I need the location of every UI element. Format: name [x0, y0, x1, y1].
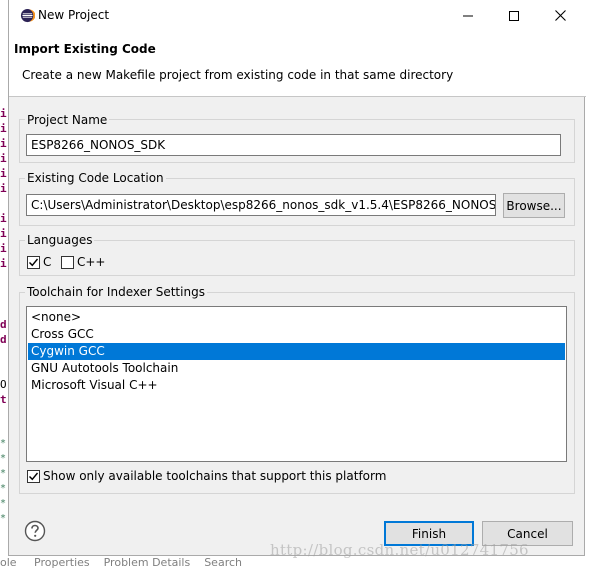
background-editor-char: * [0, 453, 7, 464]
background-editor-char: * [0, 498, 7, 509]
background-editor-char: d [0, 333, 7, 346]
language-cpp-checkbox[interactable] [61, 256, 74, 269]
languages-label: Languages [25, 233, 95, 247]
background-editor-char: i [0, 137, 7, 150]
filter-toolchains-label: Show only available toolchains that supp… [43, 469, 387, 483]
new-project-dialog: New Project Import Existing Code Create … [8, 0, 586, 556]
background-editor-char: i [0, 152, 7, 165]
code-location-label: Existing Code Location [25, 171, 166, 185]
filter-toolchains-checkbox[interactable] [27, 470, 40, 483]
eclipse-icon [20, 8, 35, 23]
project-name-label: Project Name [25, 113, 110, 127]
window-title: New Project [38, 8, 110, 22]
list-item[interactable]: <none> [28, 309, 565, 326]
wizard-header: Import Existing Code Create a new Makefi… [9, 31, 586, 97]
maximize-button[interactable] [491, 0, 537, 31]
background-editor-char: * [0, 468, 7, 479]
background-editor-char: i [0, 242, 7, 255]
language-cpp-label: C++ [77, 255, 106, 269]
minimize-button[interactable] [445, 0, 491, 31]
minimize-icon [463, 15, 473, 16]
close-button[interactable] [537, 0, 583, 31]
project-name-input[interactable]: ESP8266_NONOS_SDK [26, 134, 561, 156]
list-item[interactable]: GNU Autotools Toolchain [28, 360, 565, 377]
background-editor-char: * [0, 513, 7, 524]
background-editor-char: i [0, 167, 7, 180]
toolchain-label: Toolchain for Indexer Settings [25, 285, 207, 299]
background-editor-char: i [0, 257, 7, 270]
background-editor-char: i [0, 107, 7, 120]
list-item-selected[interactable]: Cygwin GCC [28, 343, 565, 360]
browse-button[interactable]: Browse... [503, 193, 565, 218]
checkmark-icon [29, 472, 39, 481]
maximize-icon [509, 10, 519, 21]
background-editor-char: * [0, 438, 7, 449]
page-description: Create a new Makefile project from exist… [22, 68, 454, 82]
language-c-checkbox[interactable] [27, 256, 40, 269]
watermark: http://blog.csdn.net/u012741756 [270, 541, 529, 559]
background-editor-char: * [0, 483, 7, 494]
background-editor-char: i [0, 182, 7, 195]
language-c-label: C [43, 255, 52, 269]
background-editor-strip: i i i i i i i i i i d d O t * * * * * * [0, 0, 8, 570]
list-item[interactable]: Cross GCC [28, 326, 565, 343]
background-editor-char: t [0, 393, 7, 406]
page-title: Import Existing Code [14, 42, 156, 56]
background-editor-char: i [0, 227, 7, 240]
background-editor-char: i [0, 212, 7, 225]
checkmark-icon [29, 258, 39, 267]
background-view-tabs: ole Properties Problem Details Search [0, 556, 242, 569]
title-bar[interactable]: New Project [9, 0, 586, 31]
list-item[interactable]: Microsoft Visual C++ [28, 377, 565, 394]
code-location-input[interactable]: C:\Users\Administrator\Desktop\esp8266_n… [26, 194, 496, 216]
help-icon[interactable] [24, 520, 46, 542]
background-editor-char: i [0, 122, 7, 135]
background-editor-char: d [0, 318, 7, 331]
background-editor-char: O [0, 378, 7, 391]
toolchain-list[interactable]: <none> Cross GCC Cygwin GCC GNU Autotool… [26, 306, 567, 462]
close-icon [554, 10, 566, 21]
